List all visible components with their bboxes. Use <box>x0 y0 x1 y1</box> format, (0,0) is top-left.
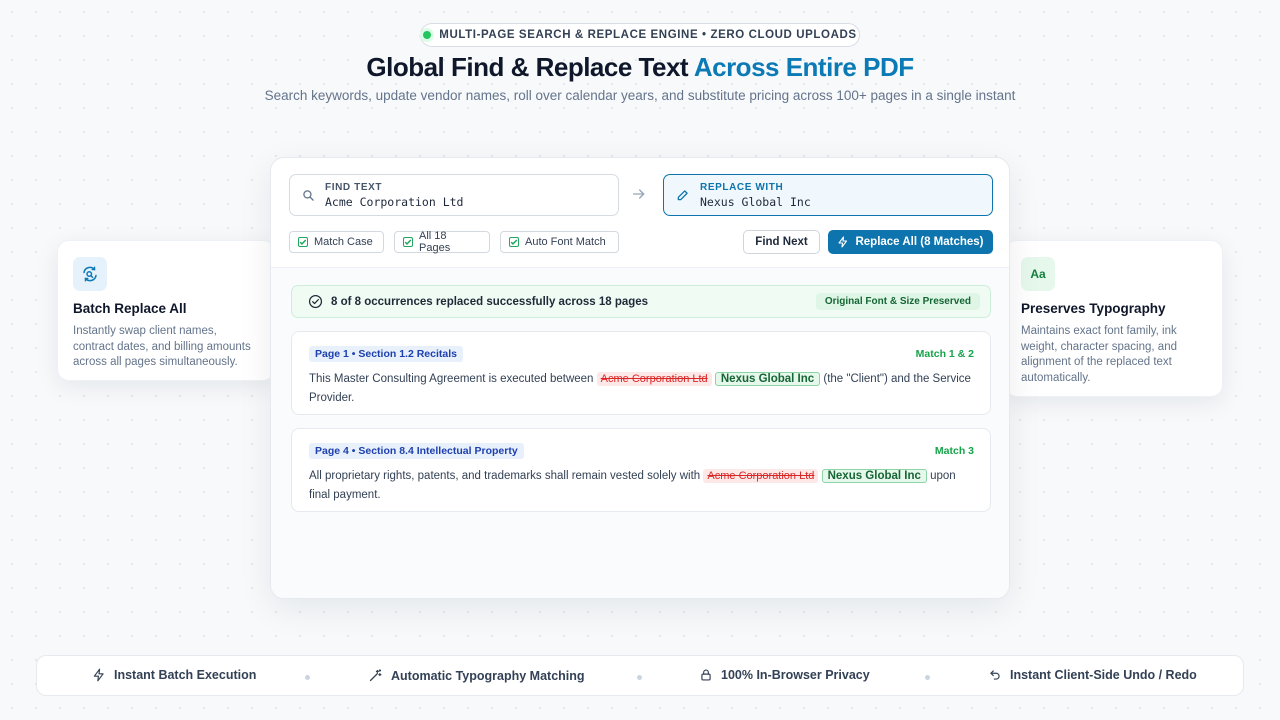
header-badge: MULTI-PAGE SEARCH & REPLACE ENGINE • ZER… <box>420 23 860 47</box>
feature-description: Instantly swap client names, contract da… <box>73 325 251 368</box>
footer-item-batch: Instant Batch Execution <box>92 668 256 682</box>
title-accent: Across Entire PDF <box>693 52 914 82</box>
match-text-before: This Master Consulting Agreement is exec… <box>309 373 594 385</box>
find-value: Acme Corporation Ltd <box>325 194 464 209</box>
replace-all-label: Replace All (8 Matches) <box>855 236 984 248</box>
option-label: Auto Font Match <box>525 236 606 248</box>
footer-item-privacy: 100% In-Browser Privacy <box>699 668 870 682</box>
inserted-text: Nexus Global Inc <box>714 372 821 386</box>
check-circle-icon <box>308 294 323 309</box>
status-badge: Original Font & Size Preserved <box>815 293 980 310</box>
replace-all-button[interactable]: Replace All (8 Matches) <box>828 230 993 254</box>
magic-wand-icon <box>368 668 383 683</box>
match-text-before: All proprietary rights, patents, and tra… <box>309 470 701 482</box>
arrow-right-icon <box>631 186 647 202</box>
replace-input[interactable]: REPLACE WITH Nexus Global Inc <box>663 174 993 216</box>
typography-icon-text: Aa <box>1030 267 1046 281</box>
footer-item-typography: Automatic Typography Matching <box>368 668 585 683</box>
separator-dot <box>925 675 930 680</box>
match-section: Page 1 • Section 1.2 Recitals <box>309 346 463 362</box>
match-result: Page 4 • Section 8.4 Intellectual Proper… <box>291 428 991 512</box>
pencil-icon <box>676 188 690 202</box>
match-count: Match 1 & 2 <box>915 348 974 360</box>
footer-label: Instant Client-Side Undo / Redo <box>1010 668 1197 682</box>
feature-description: Maintains exact font family, ink weight,… <box>1021 325 1177 384</box>
footer-label: 100% In-Browser Privacy <box>721 668 870 682</box>
typography-icon: Aa <box>1021 257 1055 291</box>
lightning-icon <box>92 668 106 682</box>
removed-text: Acme Corporation Ltd <box>703 469 819 483</box>
separator-dot <box>305 675 310 680</box>
checkbox-checked-icon <box>298 237 308 247</box>
option-match-case[interactable]: Match Case <box>289 231 384 253</box>
results-panel: 8 of 8 occurrences replaced successfully… <box>271 268 1009 598</box>
refresh-search-icon <box>73 257 107 291</box>
option-label: Match Case <box>314 236 373 248</box>
feature-card-typography: Aa Preserves Typography Maintains exact … <box>1005 240 1223 397</box>
page-title: Global Find & Replace Text Across Entire… <box>0 52 1280 83</box>
undo-icon <box>988 668 1002 682</box>
option-all-pages[interactable]: All 18 Pages <box>394 230 490 254</box>
title-main: Global Find & Replace Text <box>366 52 689 82</box>
success-banner: 8 of 8 occurrences replaced successfully… <box>291 285 991 318</box>
badge-text: MULTI-PAGE SEARCH & REPLACE ENGINE • ZER… <box>439 29 857 41</box>
match-text: This Master Consulting Agreement is exec… <box>309 370 974 408</box>
feature-footer: Instant Batch Execution Automatic Typogr… <box>36 655 1244 696</box>
option-auto-font[interactable]: Auto Font Match <box>500 231 619 253</box>
checkbox-checked-icon <box>509 237 519 247</box>
match-result: Page 1 • Section 1.2 Recitals Match 1 & … <box>291 331 991 415</box>
replace-value: Nexus Global Inc <box>700 194 811 209</box>
option-label: All 18 Pages <box>419 230 451 254</box>
feature-title: Preserves Typography <box>1021 301 1166 316</box>
removed-text: Acme Corporation Ltd <box>596 372 712 386</box>
replace-label: REPLACE WITH <box>700 181 784 193</box>
footer-label: Instant Batch Execution <box>114 668 257 682</box>
status-dot-icon <box>423 31 432 39</box>
footer-label: Automatic Typography Matching <box>391 668 585 683</box>
find-next-button[interactable]: Find Next <box>743 230 820 254</box>
checkbox-checked-icon <box>403 237 413 247</box>
feature-card-batch: Batch Replace All Instantly swap client … <box>57 240 275 381</box>
success-message: 8 of 8 occurrences replaced successfully… <box>331 295 649 308</box>
match-section: Page 4 • Section 8.4 Intellectual Proper… <box>309 443 524 459</box>
feature-title: Batch Replace All <box>73 301 187 316</box>
inserted-text: Nexus Global Inc <box>821 469 927 483</box>
footer-item-undo: Instant Client-Side Undo / Redo <box>988 668 1197 682</box>
lightning-icon <box>837 236 849 248</box>
lock-icon <box>699 668 713 682</box>
find-label: FIND TEXT <box>325 181 383 193</box>
match-text: All proprietary rights, patents, and tra… <box>309 467 974 505</box>
separator-dot <box>637 675 642 680</box>
search-icon <box>302 189 315 202</box>
find-input[interactable]: FIND TEXT Acme Corporation Ltd <box>289 174 619 216</box>
find-replace-panel: FIND TEXT Acme Corporation Ltd REPLACE W… <box>270 157 1010 599</box>
match-count: Match 3 <box>934 445 974 457</box>
page-subtitle: Search keywords, update vendor names, ro… <box>264 88 1016 103</box>
